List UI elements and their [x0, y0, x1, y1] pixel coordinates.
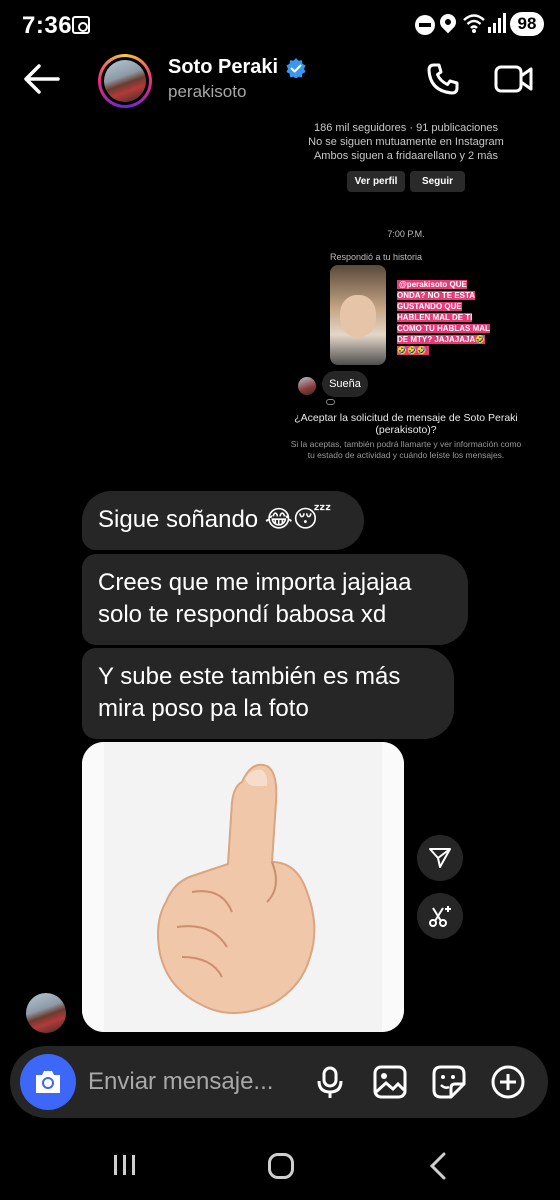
chat-header: Soto Peraki perakisoto	[0, 52, 560, 112]
phone-call-icon[interactable]	[426, 62, 460, 96]
recent-apps-icon[interactable]	[112, 1154, 138, 1176]
scissors-sparkle-icon	[429, 906, 451, 927]
stats-mutual: No se siguen mutuamente en Instagram	[308, 136, 504, 148]
follow-button: Seguir	[410, 171, 465, 192]
message-input[interactable]: Enviar mensaje...	[88, 1068, 273, 1096]
story-thumbnail	[330, 265, 386, 365]
edit-image-button[interactable]	[417, 893, 463, 939]
embedded-reply-bubble: Sueña	[322, 371, 368, 397]
do-not-disturb-icon	[415, 15, 435, 35]
nav-back-icon[interactable]	[428, 1152, 448, 1180]
message-bubble[interactable]: Crees que me importa jajajaa solo te res…	[82, 554, 468, 645]
video-call-icon[interactable]	[494, 64, 534, 94]
battery-indicator: 98	[510, 12, 544, 36]
add-icon[interactable]	[490, 1064, 526, 1100]
system-navigation-bar	[0, 1136, 560, 1200]
embedded-avatar	[298, 377, 316, 395]
status-bar: 7:36 98	[0, 0, 560, 52]
image-message[interactable]	[82, 742, 404, 1032]
share-button[interactable]	[417, 835, 463, 881]
sender-avatar[interactable]	[26, 993, 66, 1033]
back-arrow-icon[interactable]	[22, 62, 62, 96]
verified-badge-icon	[286, 58, 306, 78]
message-composer: Enviar mensaje...	[10, 1046, 548, 1118]
wifi-icon	[463, 14, 485, 33]
message-bubble[interactable]: Y sube este también es más mira poso pa …	[82, 648, 454, 739]
accept-request-title: ¿Aceptar la solicitud de mensaje de Soto…	[294, 412, 518, 436]
view-profile-button: Ver perfil	[347, 171, 405, 192]
replied-to-story-label: Respondió a tu historia	[330, 252, 423, 262]
accept-request-info: Si la aceptas, también podrá llamarte y …	[290, 439, 522, 460]
stats-followers: 186 mil seguidores · 91 publicaciones	[313, 122, 499, 134]
status-time: 7:36	[22, 12, 73, 39]
stats-common-follows: Ambos siguen a fridaarellano y 2 más	[313, 150, 499, 162]
microphone-icon[interactable]	[312, 1064, 348, 1100]
shared-screenshot[interactable]: 186 mil seguidores · 91 publicaciones No…	[286, 112, 526, 472]
story-caption: @perakisoto QUE ONDA? NO TE ESTA GUSTAND…	[397, 280, 490, 355]
camera-button[interactable]	[20, 1054, 76, 1110]
message-bubble[interactable]: Sigue soñando 😂😴	[82, 491, 364, 550]
middle-finger-image	[82, 742, 404, 1032]
signal-icon	[488, 13, 506, 33]
reaction-icon	[326, 399, 335, 405]
location-icon	[436, 10, 460, 34]
contact-avatar[interactable]	[98, 54, 152, 108]
screen-record-icon	[72, 16, 90, 34]
contact-username[interactable]: perakisoto	[168, 82, 246, 102]
send-icon	[429, 848, 451, 868]
gallery-icon[interactable]	[372, 1064, 408, 1100]
camera-icon	[36, 1071, 60, 1093]
embedded-timestamp: 7:00 P.M.	[387, 229, 425, 239]
sticker-icon[interactable]	[431, 1064, 467, 1100]
home-button-icon[interactable]	[268, 1153, 294, 1179]
contact-name[interactable]: Soto Peraki	[168, 56, 278, 79]
